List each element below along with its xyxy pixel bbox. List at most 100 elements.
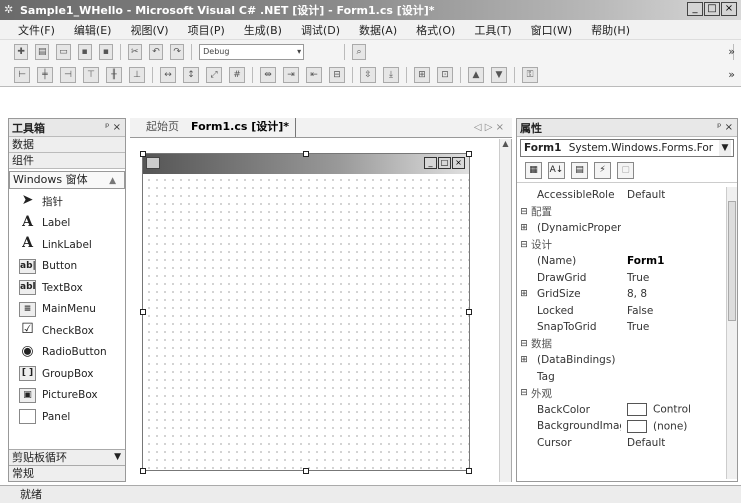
toolbox-item-linklabel[interactable]: A LinkLabel bbox=[9, 234, 125, 256]
toolbox-item-radiobutton[interactable]: ◉ RadioButton bbox=[9, 342, 125, 364]
menu-project[interactable]: 项目(P) bbox=[188, 22, 225, 38]
toolbox-item-mainmenu[interactable]: ≡ MainMenu bbox=[9, 299, 125, 321]
toolbox-item-picturebox[interactable]: ▣ PictureBox bbox=[9, 385, 125, 407]
same-height-icon[interactable]: ↕ bbox=[183, 66, 199, 83]
form-designer-surface[interactable]: _ □ × ▲ bbox=[130, 139, 512, 482]
collapse-icon[interactable]: ⊟ bbox=[517, 240, 531, 250]
toolbox-group-clipboard-ring[interactable]: 剪贴板循环 ▼ bbox=[9, 449, 125, 465]
bring-to-front-icon[interactable]: ▲ bbox=[468, 66, 484, 83]
lock-controls-icon[interactable]: ⚿ bbox=[522, 66, 538, 83]
align-to-grid-icon[interactable]: # bbox=[229, 66, 245, 83]
resize-handle-bottom-left[interactable] bbox=[140, 468, 146, 474]
toolbox-category-data[interactable]: 数据 bbox=[9, 137, 125, 153]
maximize-button[interactable]: □ bbox=[704, 2, 720, 16]
send-to-back-icon[interactable]: ▼ bbox=[491, 66, 507, 83]
expand-icon[interactable]: ⊞ bbox=[517, 355, 531, 365]
cut-icon[interactable]: ✂ bbox=[127, 43, 142, 60]
collapse-icon[interactable]: ⊟ bbox=[517, 207, 531, 217]
property-category-row[interactable]: ⊟ 设计 bbox=[517, 237, 737, 254]
tab-start-page[interactable]: 起始页 bbox=[140, 118, 185, 137]
redo-icon[interactable]: ↷ bbox=[170, 43, 185, 60]
events-icon[interactable]: ⚡ bbox=[594, 162, 611, 179]
resize-handle-top-left[interactable] bbox=[140, 151, 146, 157]
property-value[interactable]: Control bbox=[621, 403, 691, 417]
toolbox-item-checkbox[interactable]: ☑ CheckBox bbox=[9, 320, 125, 342]
toolbox-item-button[interactable]: ab| Button bbox=[9, 256, 125, 278]
open-file-icon[interactable]: ▭ bbox=[56, 43, 71, 60]
alphabetical-icon[interactable]: A↓ bbox=[548, 162, 565, 179]
decrease-h-spacing-icon[interactable]: ⇤ bbox=[306, 66, 322, 83]
increase-h-spacing-icon[interactable]: ⇥ bbox=[283, 66, 299, 83]
collapse-icon[interactable]: ⊟ bbox=[517, 339, 531, 349]
property-row[interactable]: DrawGrid True bbox=[517, 270, 737, 287]
toolbox-item-panel[interactable]: Panel bbox=[9, 406, 125, 428]
property-category-row[interactable]: ⊟ 外观 bbox=[517, 385, 737, 402]
scroll-thumb[interactable] bbox=[728, 201, 736, 321]
collapse-icon[interactable]: ⊟ bbox=[517, 388, 531, 398]
property-value[interactable]: True bbox=[621, 321, 649, 333]
property-row[interactable]: ⊞ (DataBindings) bbox=[517, 352, 737, 369]
align-left-icon[interactable]: ⊢ bbox=[14, 66, 30, 83]
toolbox-item-textbox[interactable]: abl TextBox bbox=[9, 277, 125, 299]
property-row[interactable]: Cursor Default bbox=[517, 435, 737, 452]
form1-design-window[interactable]: _ □ × bbox=[142, 153, 470, 471]
property-row[interactable]: AccessibleRole Default bbox=[517, 187, 737, 204]
tab-navigation-controls[interactable]: ◁ ▷ × bbox=[474, 122, 504, 133]
designer-scrollbar[interactable]: ▲ bbox=[499, 139, 511, 482]
menu-format[interactable]: 格式(O) bbox=[416, 22, 455, 38]
align-middle-icon[interactable]: ╫ bbox=[106, 66, 122, 83]
resize-handle-left[interactable] bbox=[140, 309, 146, 315]
property-row[interactable]: BackColor Control bbox=[517, 402, 737, 419]
close-button[interactable]: × bbox=[721, 2, 737, 16]
resize-handle-bottom[interactable] bbox=[303, 468, 309, 474]
property-row[interactable]: BackgroundImag (none) bbox=[517, 418, 737, 435]
chevron-down-icon[interactable]: ▼ bbox=[719, 140, 731, 156]
menu-view[interactable]: 视图(V) bbox=[130, 22, 168, 38]
expand-icon[interactable]: ⊞ bbox=[517, 223, 531, 233]
tab-form1-design[interactable]: Form1.cs [设计]* bbox=[185, 118, 297, 137]
save-icon[interactable]: ▪ bbox=[77, 43, 92, 60]
increase-v-spacing-icon[interactable]: ⤓ bbox=[383, 66, 399, 83]
scroll-down-icon[interactable]: ▼ bbox=[114, 450, 121, 465]
toolbox-category-components[interactable]: 组件 bbox=[9, 153, 125, 169]
property-row[interactable]: Locked False bbox=[517, 303, 737, 320]
property-value[interactable]: True bbox=[621, 272, 649, 284]
menu-help[interactable]: 帮助(H) bbox=[591, 22, 630, 38]
property-value[interactable]: Form1 bbox=[621, 255, 664, 267]
toolbox-group-general[interactable]: 常规 bbox=[9, 465, 125, 481]
property-value[interactable]: False bbox=[621, 305, 653, 317]
toolbox-item-groupbox[interactable]: [ ] GroupBox bbox=[9, 363, 125, 385]
horizontal-spacing-icon[interactable]: ⇹ bbox=[260, 66, 276, 83]
properties-icon[interactable]: ▤ bbox=[571, 162, 588, 179]
property-pages-icon[interactable]: ▢ bbox=[617, 162, 634, 179]
property-row[interactable]: (Name) Form1 bbox=[517, 253, 737, 270]
property-value[interactable]: 8, 8 bbox=[621, 288, 647, 300]
expand-icon[interactable]: ⊞ bbox=[517, 289, 531, 299]
align-right-icon[interactable]: ⊣ bbox=[60, 66, 76, 83]
menu-build[interactable]: 生成(B) bbox=[244, 22, 282, 38]
form-dot-grid[interactable] bbox=[143, 174, 469, 470]
scroll-up-icon[interactable]: ▲ bbox=[500, 139, 511, 148]
property-row[interactable]: SnapToGrid True bbox=[517, 319, 737, 336]
property-row[interactable]: ⊞ GridSize 8, 8 bbox=[517, 286, 737, 303]
menu-edit[interactable]: 编辑(E) bbox=[74, 22, 112, 38]
undo-icon[interactable]: ↶ bbox=[148, 43, 164, 60]
object-selector[interactable]: Form1 System.Windows.Forms.For ▼ bbox=[520, 139, 734, 157]
align-bottom-icon[interactable]: ⊥ bbox=[129, 66, 145, 83]
add-item-icon[interactable]: ▤ bbox=[35, 43, 50, 60]
scroll-up-icon[interactable]: ▲ bbox=[109, 173, 116, 189]
vertical-spacing-icon[interactable]: ⇳ bbox=[360, 66, 376, 83]
center-horizontally-icon[interactable]: ⊞ bbox=[414, 66, 430, 83]
menu-file[interactable]: 文件(F) bbox=[18, 22, 55, 38]
new-project-icon[interactable]: ✚ bbox=[14, 43, 29, 60]
menu-debug[interactable]: 调试(D) bbox=[301, 22, 340, 38]
property-row[interactable]: ⊞ (DynamicPropert bbox=[517, 220, 737, 237]
property-value[interactable]: (none) bbox=[621, 419, 687, 433]
pin-close-controls[interactable]: ᵖ × bbox=[105, 122, 121, 133]
categorized-icon[interactable]: ▦ bbox=[525, 162, 542, 179]
property-category-row[interactable]: ⊟ 数据 bbox=[517, 336, 737, 353]
remove-h-spacing-icon[interactable]: ⊟ bbox=[329, 66, 345, 83]
menu-window[interactable]: 窗口(W) bbox=[531, 22, 572, 38]
center-vertically-icon[interactable]: ⊡ bbox=[437, 66, 453, 83]
find-icon[interactable]: ⌕ bbox=[351, 43, 367, 60]
